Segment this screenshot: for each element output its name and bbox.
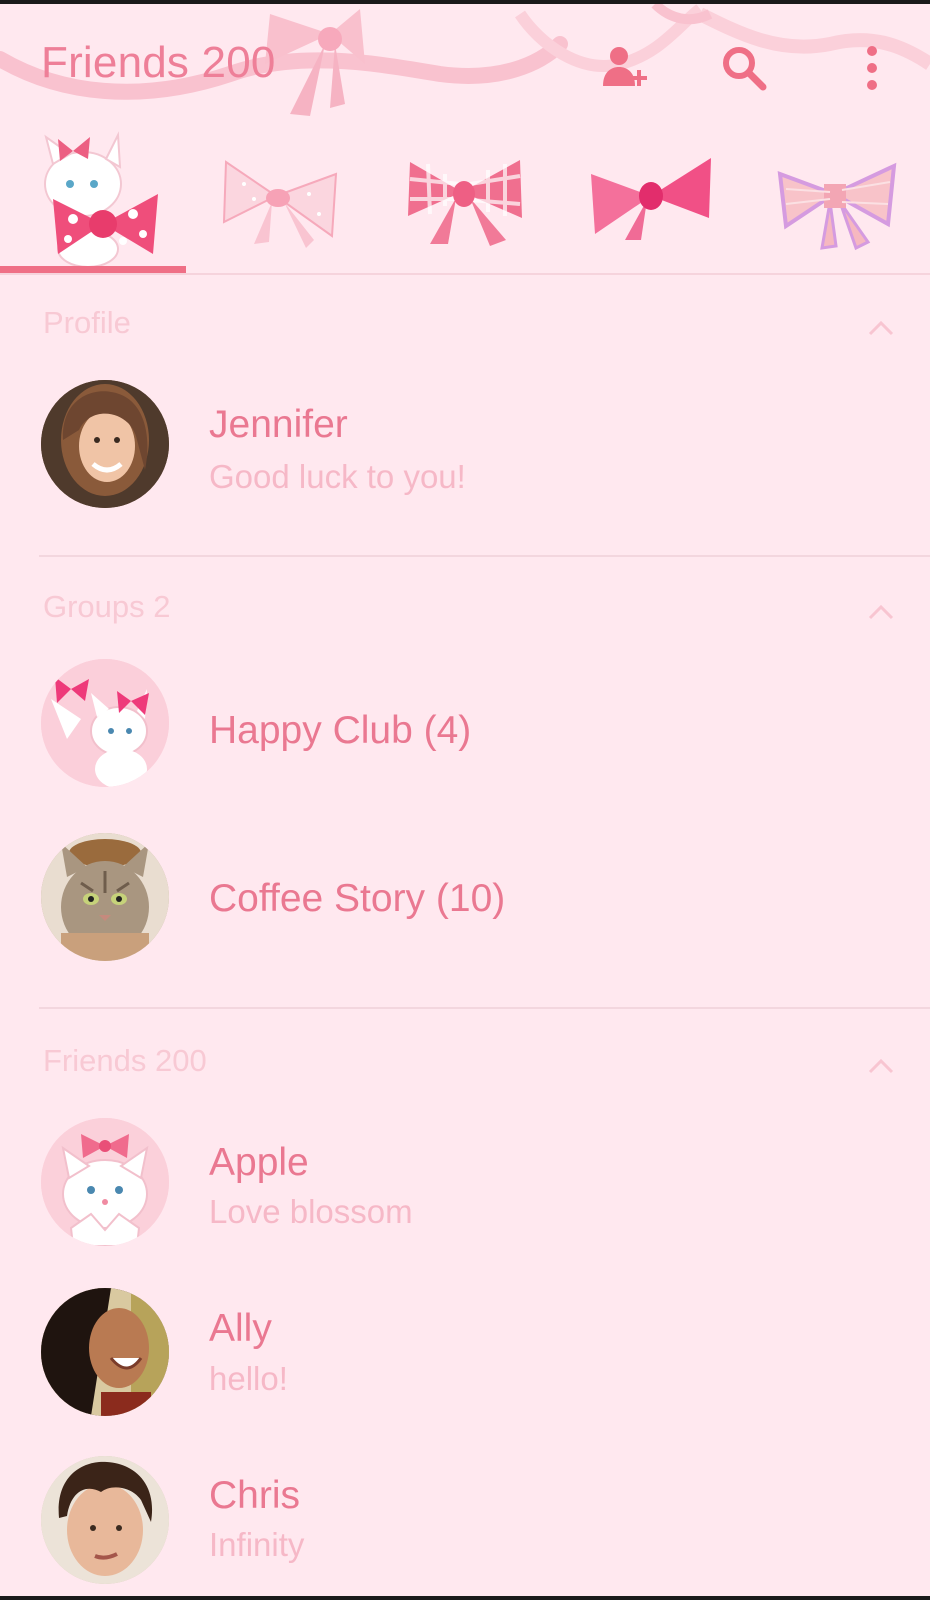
friends-screen: Friends 200 Profile Jennifer Good luck t… — [0, 4, 930, 1596]
app-header: Friends 200 — [0, 4, 930, 124]
theme-tabs — [0, 124, 930, 274]
section-divider — [39, 1007, 930, 1009]
cat-bow-icon — [44, 131, 158, 268]
knit-bow-icon — [777, 162, 897, 251]
avatar — [41, 833, 169, 961]
section-divider — [39, 555, 930, 557]
tab-organza-bow[interactable] — [558, 124, 744, 274]
chevron-up-icon[interactable] — [866, 1056, 896, 1076]
friend-name: Apple — [209, 1141, 309, 1184]
tab-indicator — [0, 266, 186, 273]
section-header-friends: Friends 200 — [43, 1043, 207, 1078]
tab-gingham-bow[interactable] — [372, 124, 558, 274]
friend-status: Love blossom — [209, 1193, 413, 1230]
profile-name: Jennifer — [209, 403, 348, 446]
more-options-button[interactable] — [842, 38, 902, 98]
section-header-groups: Groups 2 — [43, 589, 171, 624]
gingham-bow-icon — [408, 160, 522, 246]
chevron-up-icon[interactable] — [866, 602, 896, 622]
tab-divider — [0, 273, 930, 275]
avatar — [41, 1288, 169, 1416]
tab-cat-bow[interactable] — [0, 124, 186, 274]
group-name: Coffee Story (10) — [209, 877, 506, 920]
friend-status: Infinity — [209, 1526, 305, 1563]
group-name: Happy Club (4) — [209, 709, 472, 752]
more-vert-icon — [867, 46, 877, 90]
avatar — [41, 659, 169, 787]
sheer-bow-icon — [222, 160, 338, 248]
friend-name: Ally — [209, 1307, 272, 1350]
avatar — [41, 1456, 169, 1584]
avatar — [41, 380, 169, 508]
page-title: Friends 200 — [41, 38, 276, 87]
organza-bow-icon — [591, 158, 711, 240]
friend-status: hello! — [209, 1360, 288, 1397]
chevron-up-icon[interactable] — [866, 318, 896, 338]
tab-sheer-bow[interactable] — [186, 124, 372, 274]
tab-knit-bow[interactable] — [744, 124, 930, 274]
add-friend-button[interactable] — [593, 38, 653, 98]
search-icon — [723, 47, 767, 91]
section-header-profile: Profile — [43, 305, 131, 340]
avatar — [41, 1118, 169, 1246]
profile-status: Good luck to you! — [209, 458, 466, 495]
search-button[interactable] — [714, 38, 774, 98]
add-friend-icon — [603, 47, 647, 86]
friend-name: Chris — [209, 1474, 301, 1517]
